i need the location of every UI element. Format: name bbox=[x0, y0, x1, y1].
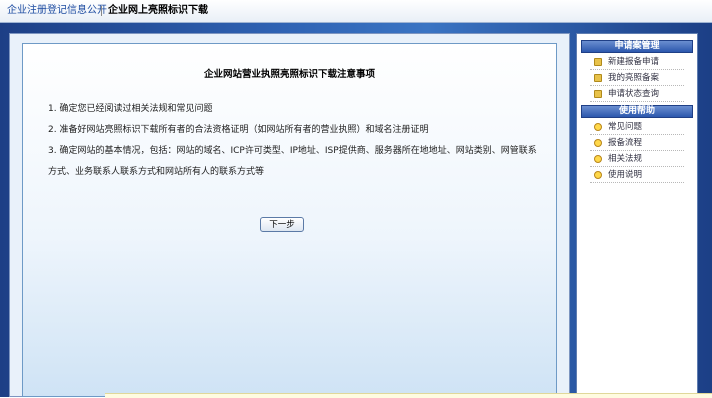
sidebar-item-process[interactable]: 报备流程 bbox=[590, 137, 684, 151]
sidebar-item-regulations[interactable]: 相关法规 bbox=[590, 153, 684, 167]
sidebar-item-label: 我的亮照备案 bbox=[608, 73, 660, 83]
folder-icon bbox=[594, 90, 602, 98]
tab-registration-info[interactable]: 企业注册登记信息公开 bbox=[7, 5, 107, 17]
sidebar-item-label: 使用说明 bbox=[608, 170, 643, 180]
tab-separator bbox=[101, 6, 102, 16]
sidebar-header-applications: 申请案管理 bbox=[581, 40, 693, 53]
folder-icon bbox=[594, 58, 602, 66]
sidebar: 申请案管理 新建报备申请 我的亮照备案 申请状态查询 使用帮助 常见问题 报备流… bbox=[576, 33, 698, 397]
sidebar-item-label: 申请状态查询 bbox=[608, 89, 660, 99]
step-item: 2. 准备好网站亮照标识下载所有者的合法资格证明（如网站所有者的营业执照）和域名… bbox=[48, 125, 429, 135]
notice-panel: 企业网站营业执照亮照标识下载注意事项 1. 确定您已经阅读过相关法规和常见问题 … bbox=[22, 43, 557, 397]
sidebar-item-label: 相关法规 bbox=[608, 154, 643, 164]
step-item: 1. 确定您已经阅读过相关法规和常见问题 bbox=[48, 104, 213, 114]
help-icon bbox=[594, 123, 602, 131]
step-list: 1. 确定您已经阅读过相关法规和常见问题 2. 准备好网站亮照标识下载所有者的合… bbox=[48, 99, 538, 183]
sidebar-item-label: 报备流程 bbox=[608, 138, 643, 148]
sidebar-item-instructions[interactable]: 使用说明 bbox=[590, 169, 684, 183]
step-item: 3. 确定网站的基本情况，包括：网站的域名、ICP许可类型、IP地址、ISP提供… bbox=[48, 146, 537, 177]
bottom-strip bbox=[105, 393, 712, 398]
sidebar-item-label: 新建报备申请 bbox=[608, 57, 660, 67]
sidebar-item-new-application[interactable]: 新建报备申请 bbox=[590, 56, 684, 70]
help-icon bbox=[594, 139, 602, 147]
sidebar-item-status-query[interactable]: 申请状态查询 bbox=[590, 88, 684, 102]
folder-icon bbox=[594, 74, 602, 82]
sidebar-header-help: 使用帮助 bbox=[581, 105, 693, 118]
help-icon bbox=[594, 171, 602, 179]
tab-license-download[interactable]: 企业网上亮照标识下载 bbox=[108, 5, 208, 17]
sidebar-item-faq[interactable]: 常见问题 bbox=[590, 121, 684, 135]
help-icon bbox=[594, 155, 602, 163]
sidebar-item-my-filings[interactable]: 我的亮照备案 bbox=[590, 72, 684, 86]
top-tab-bar: 企业注册登记信息公开 企业网上亮照标识下载 bbox=[0, 0, 712, 23]
next-step-button[interactable]: 下一步 bbox=[260, 217, 304, 232]
page-title: 企业网站营业执照亮照标识下载注意事项 bbox=[203, 69, 375, 80]
sidebar-item-label: 常见问题 bbox=[608, 122, 643, 132]
